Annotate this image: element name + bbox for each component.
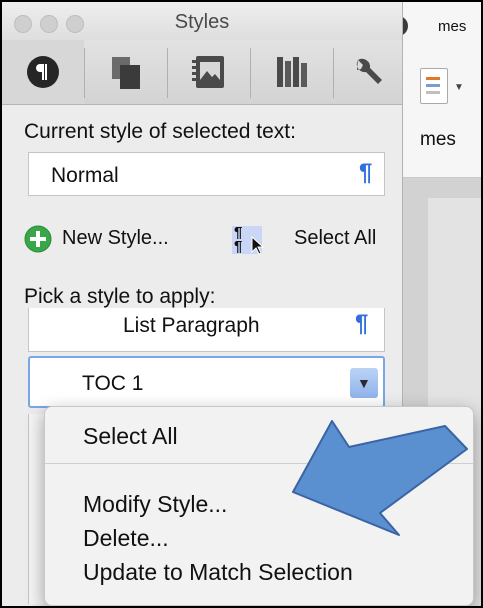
tab-styles[interactable] [2,40,84,104]
library-icon [277,57,307,87]
ribbon-label-bottom: mes [420,129,456,150]
style-list-item-selected[interactable]: TOC 1 ▼ [28,356,385,408]
current-style-value: Normal [51,164,119,187]
tab-media[interactable] [168,40,250,104]
current-style-field: Normal ¶ [28,152,385,196]
screenshot-frame: mes ▼ mes Styles Current style of select… [0,0,483,608]
tab-tools[interactable] [334,40,402,104]
title-bar: Styles [2,2,402,40]
styles-pane-icon[interactable] [420,68,448,104]
menu-separator [45,463,473,464]
menu-item-select-all[interactable]: Select All [83,423,178,450]
wrench-icon [356,58,382,84]
new-style-label: New Style... [62,227,169,249]
menu-item-modify-style[interactable]: Modify Style... [83,491,227,518]
pilcrow-icon: ¶ [355,310,369,337]
pick-style-label: Pick a style to apply: [24,285,216,308]
ribbon-label-top: mes [438,18,467,35]
chevron-down-icon[interactable]: ▼ [454,82,464,93]
select-all-button[interactable]: Select All [294,227,376,250]
add-icon [24,225,52,253]
formatting-icon [112,57,140,89]
tab-references[interactable] [251,40,333,104]
pilcrow-icon: ¶ [359,159,373,186]
cursor-icon [251,236,265,255]
style-name-toc-1: TOC 1 [82,372,144,395]
new-style-button[interactable]: New Style... [24,225,244,255]
style-name-list-paragraph: List Paragraph [123,314,260,337]
chevron-down-icon: ▼ [357,375,371,391]
paragraph-styles-icon [27,56,59,88]
style-context-menu: Select All Modify Style... Delete... Upd… [44,406,474,606]
current-style-label: Current style of selected text: [24,120,296,143]
tab-formatting[interactable] [85,40,167,104]
select-all-pilcrow-icon[interactable]: ¶ ¶ [228,224,266,258]
menu-item-delete[interactable]: Delete... [83,525,169,552]
menu-item-update-to-match-selection[interactable]: Update to Match Selection [83,559,353,586]
palette-toolbar [2,40,402,105]
style-list-item[interactable]: List Paragraph ¶ [28,308,385,352]
ribbon: mes ▼ mes [402,2,481,178]
image-icon [192,56,224,88]
palette-title: Styles [174,11,230,33]
style-options-dropdown-button[interactable]: ▼ [350,368,378,398]
